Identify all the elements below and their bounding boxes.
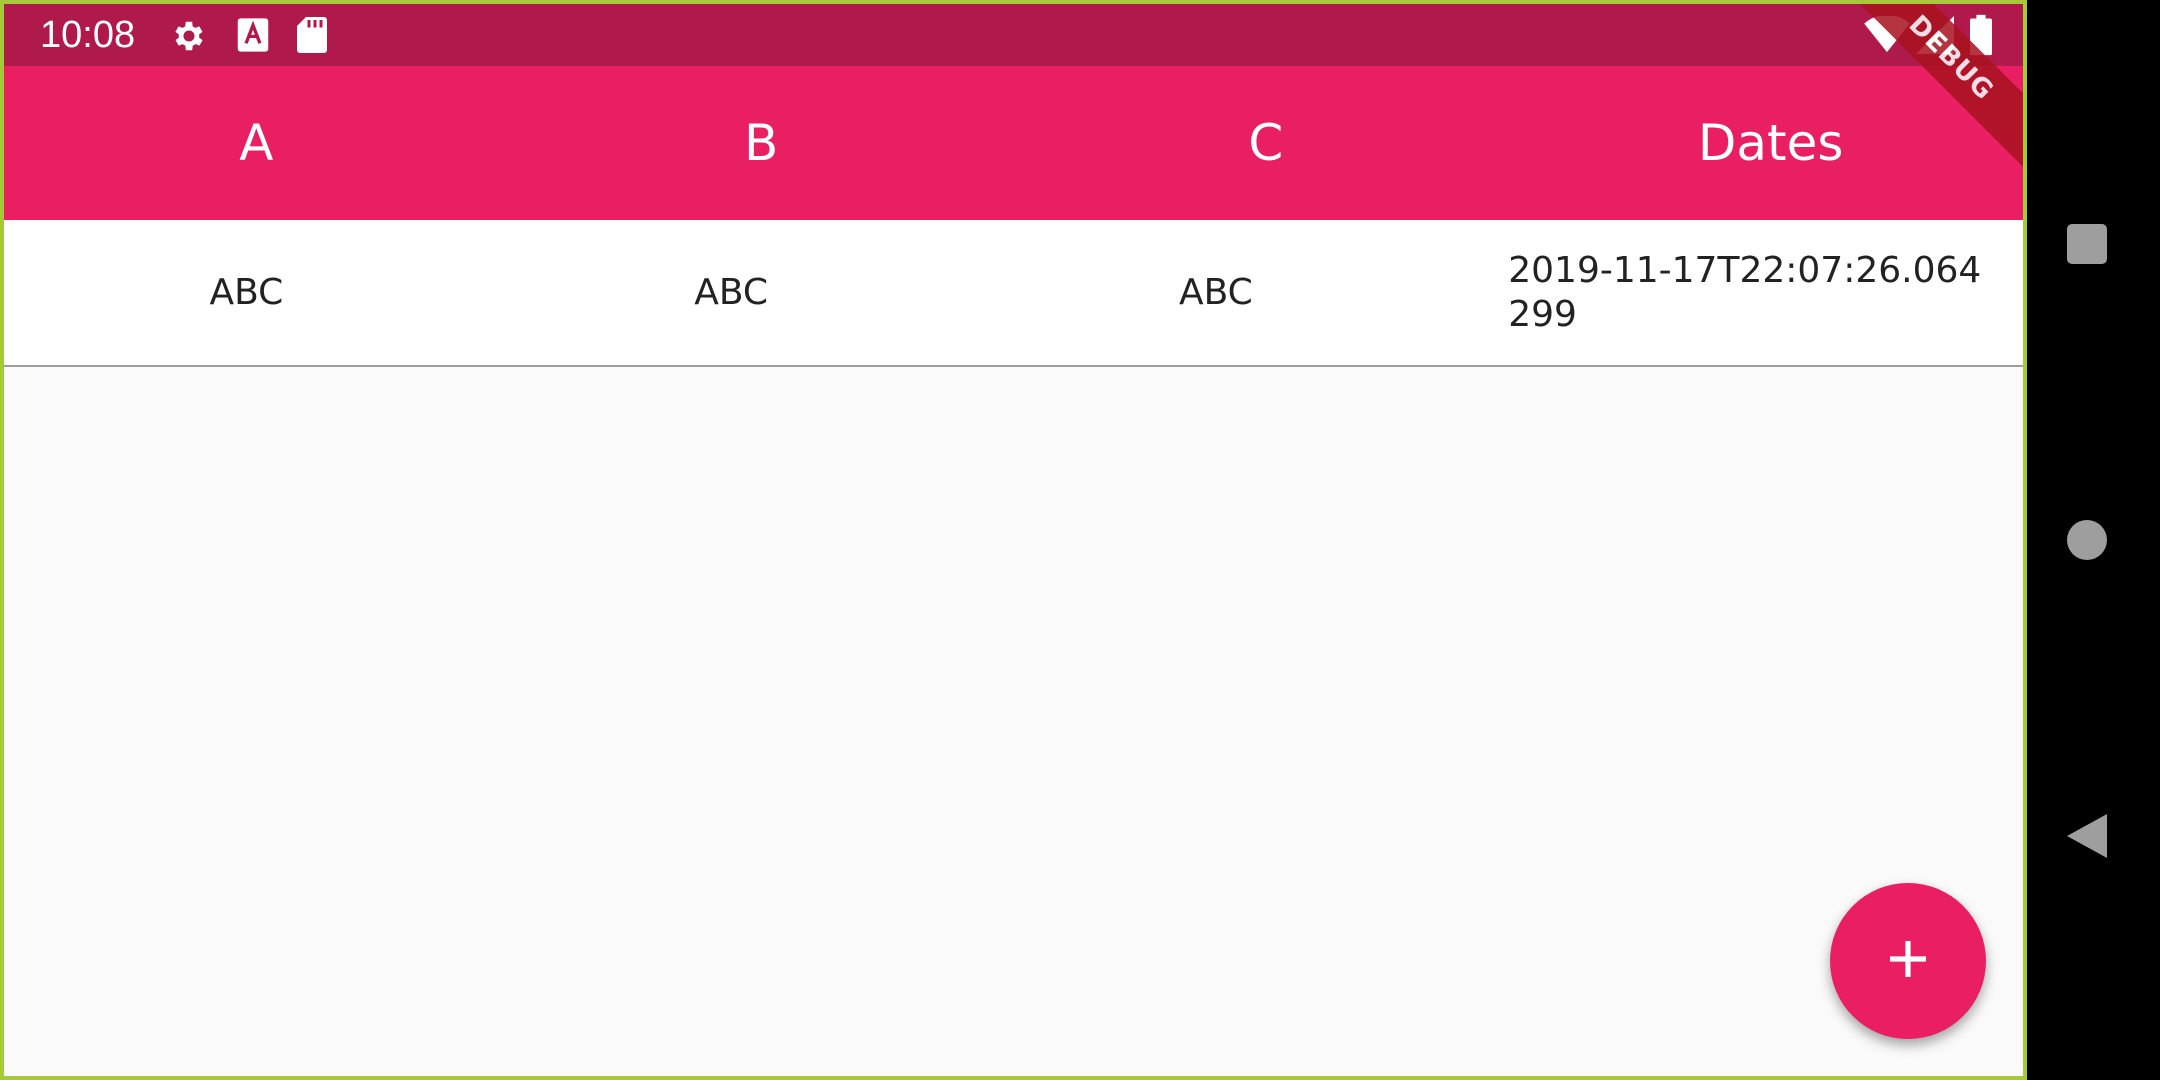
add-icon bbox=[1884, 935, 1932, 988]
back-triangle-icon[interactable] bbox=[2065, 812, 2109, 865]
cell-dates: 2019-11-17T22:07:26.064299 bbox=[1508, 249, 1982, 335]
sd-card-icon bbox=[296, 17, 328, 58]
settings-icon bbox=[170, 17, 208, 60]
table-row[interactable]: ABC ABC ABC 2019-11-17T22:07:26.064299 bbox=[4, 220, 2023, 367]
status-bar: 10:08 bbox=[4, 4, 2023, 66]
keyboard-a-icon bbox=[236, 17, 270, 58]
add-button[interactable] bbox=[1830, 883, 1986, 1039]
cell-a: ABC bbox=[209, 272, 284, 313]
table-header: A B C Dates bbox=[4, 66, 2023, 220]
cell-b: ABC bbox=[694, 272, 769, 313]
status-time: 10:08 bbox=[40, 14, 136, 56]
cell-c: ABC bbox=[1178, 272, 1253, 313]
recents-square-icon[interactable] bbox=[2065, 222, 2109, 271]
column-header-c: C bbox=[1248, 114, 1284, 172]
column-header-b: B bbox=[743, 114, 779, 172]
home-circle-icon[interactable] bbox=[2065, 518, 2109, 567]
column-header-a: A bbox=[239, 114, 274, 172]
app-screen: 10:08 A B C Dates ABC ABC ABC 2019-11-17… bbox=[0, 0, 2027, 1080]
navigation-bar bbox=[2027, 0, 2160, 1080]
